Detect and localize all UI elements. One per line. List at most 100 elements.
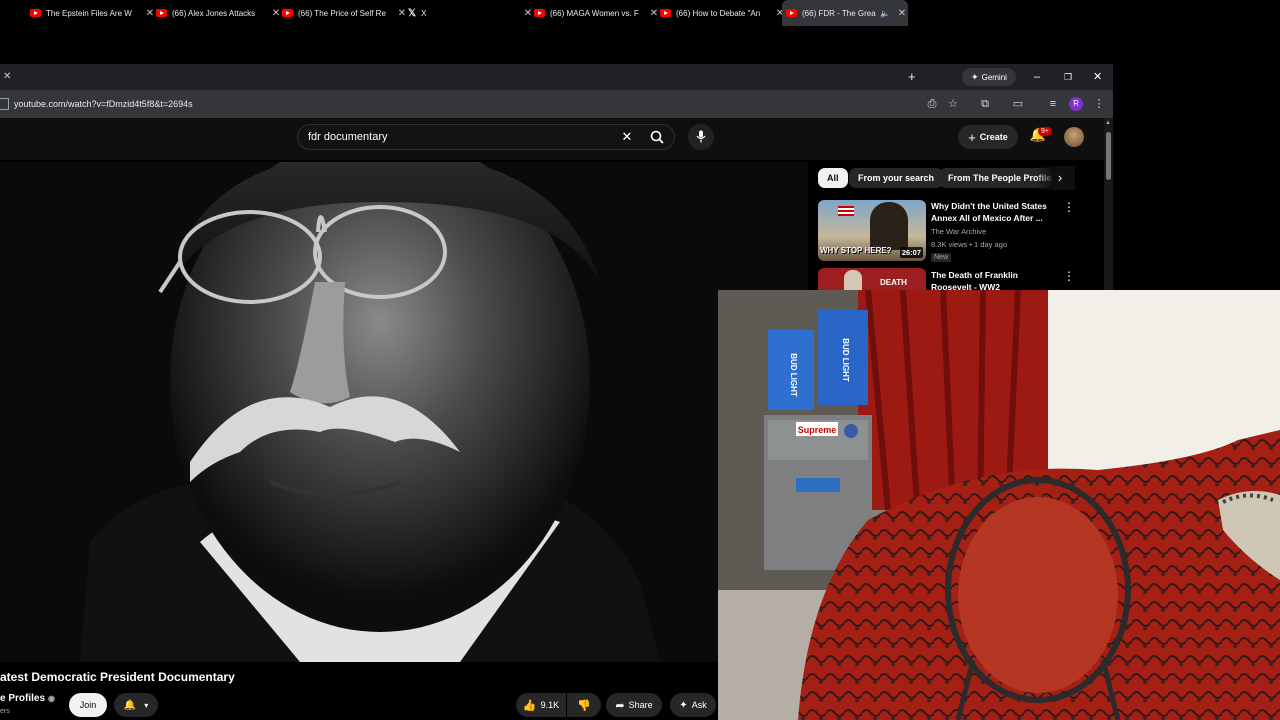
thumbnail-caption: DEATH	[880, 278, 907, 287]
flag-graphic	[838, 206, 854, 216]
tab-strip	[0, 64, 1113, 90]
tab-title: (66) The Price of Self Re	[298, 8, 386, 18]
sparkle-icon: ✦	[679, 699, 688, 711]
close-tab-icon[interactable]: ✕	[396, 8, 408, 19]
portrait-graphic	[870, 202, 908, 250]
fridge-sticker-text: Supreme	[798, 425, 837, 435]
tab-title: (66) MAGA Women vs. F	[550, 8, 639, 18]
chevron-right-icon[interactable]: ›	[1052, 168, 1068, 188]
box-label-1: BUD LIGHT	[789, 353, 798, 397]
video-title: atest Democratic President Documentary	[0, 670, 235, 684]
thumbs-up-icon: 👍	[522, 699, 537, 712]
browser-tab[interactable]: (66) MAGA Women vs. F ✕	[534, 0, 660, 26]
url-text: youtube.com/watch?v=fDmzid4t5f8&t=2694s	[14, 99, 193, 109]
new-tab-icon[interactable]: +	[908, 64, 916, 90]
youtube-icon	[660, 9, 671, 17]
recommendation-thumbnail[interactable]: DEATH	[818, 268, 926, 290]
recommendation-title[interactable]: The Death of Franklin Roosevelt - WW2 Do…	[931, 269, 1051, 290]
subscribe-notifications-button[interactable]: 🔔 ▾	[114, 693, 158, 717]
portrait-graphic	[844, 270, 862, 290]
browser-tab[interactable]: 𝕏 X ✕	[408, 0, 534, 26]
browser-tab[interactable]: (66) The Price of Self Re ✕	[282, 0, 408, 26]
close-icon[interactable]: ✕	[3, 64, 11, 90]
speaker-icon[interactable]: 🔈	[880, 9, 890, 18]
scrollbar-thumb[interactable]	[1106, 132, 1111, 180]
recommendation-title[interactable]: Why Didn't the United States Annex All o…	[931, 200, 1051, 224]
chip-from-your-search[interactable]: From your search	[849, 168, 944, 188]
share-label: Share	[628, 700, 653, 710]
video-player[interactable]	[0, 162, 808, 662]
tab-title: (66) FDR - The Grea	[802, 8, 876, 18]
close-tab-icon[interactable]: ✕	[648, 8, 660, 19]
install-app-icon[interactable]: ⎙	[925, 97, 939, 111]
like-button[interactable]: 👍 9.1K	[516, 693, 566, 717]
side-panel-icon[interactable]: ▭	[1011, 97, 1025, 111]
user-avatar[interactable]	[1064, 127, 1084, 147]
close-tab-icon[interactable]: ✕	[896, 8, 908, 19]
bell-icon: 🔔	[123, 699, 137, 711]
microphone-icon[interactable]	[688, 124, 714, 150]
browser-tab[interactable]: (66) How to Debate "An ✕	[660, 0, 786, 26]
recommendation-meta: 8.3K views • 1 day ago	[931, 240, 1008, 249]
extensions-icon[interactable]: ⧉	[978, 97, 992, 111]
like-count: 9.1K	[540, 700, 560, 710]
duration-badge: 26:07	[899, 247, 923, 258]
thumbnail-caption: WHY STOP HERE?	[820, 246, 892, 255]
browser-tab[interactable]: The Epstein Files Are W ✕	[30, 0, 156, 26]
window-close-icon[interactable]: ✕	[1093, 64, 1102, 90]
close-tab-icon[interactable]: ✕	[144, 8, 156, 19]
tab-title: (66) Alex Jones Attacks	[172, 8, 256, 18]
search-query: fdr documentary	[308, 131, 388, 143]
chip-all[interactable]: All	[818, 168, 848, 188]
profile-avatar[interactable]: R	[1069, 97, 1083, 111]
more-options-icon[interactable]: ⋮	[1063, 269, 1075, 283]
scroll-up-icon[interactable]: ▲	[1105, 120, 1111, 126]
youtube-icon	[156, 9, 167, 17]
minimize-icon[interactable]: –	[1034, 64, 1040, 90]
browser-menu-icon[interactable]: ⋮	[1092, 97, 1106, 111]
create-button[interactable]: + Create	[958, 125, 1018, 149]
close-tab-icon[interactable]: ✕	[270, 8, 282, 19]
maximize-icon[interactable]: ❐	[1064, 64, 1072, 90]
youtube-icon	[282, 9, 293, 17]
dislike-button[interactable]: 👎	[567, 693, 601, 717]
media-controls-icon[interactable]: ≡	[1046, 97, 1060, 111]
join-label: Join	[79, 700, 97, 710]
gemini-label: Gemini	[981, 72, 1007, 82]
youtube-icon	[30, 9, 41, 17]
ask-button[interactable]: ✦ Ask	[670, 693, 716, 717]
channel-name[interactable]: e Profiles	[0, 693, 45, 704]
share-button[interactable]: ➦ Share	[606, 693, 662, 717]
recommendation-thumbnail[interactable]: WHY STOP HERE? 26:07	[818, 200, 926, 261]
youtube-icon	[534, 9, 545, 17]
notification-badge: 9+	[1038, 127, 1052, 136]
thumbs-down-icon: 👎	[577, 699, 591, 712]
join-button[interactable]: Join	[69, 693, 107, 717]
bookmark-star-icon[interactable]: ☆	[946, 97, 960, 111]
youtube-icon	[786, 9, 797, 17]
recommendation-channel[interactable]: The War Archive	[931, 227, 986, 236]
browser-tab[interactable]: (66) Alex Jones Attacks ✕	[156, 0, 282, 26]
box-label-2: BUD LIGHT	[841, 338, 850, 382]
chevron-down-icon: ▾	[144, 700, 149, 710]
clear-search-icon[interactable]: ✕	[617, 124, 637, 150]
tab-title: (66) How to Debate "An	[676, 8, 761, 18]
webcam-overlay: Supreme BUD LIGHT BUD LIGHT	[718, 290, 1280, 720]
create-label: Create	[979, 132, 1008, 142]
video-frame-portrait	[0, 162, 808, 662]
close-tab-icon[interactable]: ✕	[522, 8, 534, 19]
more-options-icon[interactable]: ⋮	[1063, 200, 1075, 214]
share-arrow-icon: ➦	[615, 699, 625, 712]
x-logo-icon: 𝕏	[408, 7, 417, 19]
search-icon[interactable]	[643, 124, 671, 150]
gemini-button[interactable]: ✦ Gemini	[962, 68, 1016, 86]
verified-icon: ◉	[48, 694, 56, 703]
channel-name-row[interactable]: e Profiles ◉	[0, 693, 55, 704]
address-bar[interactable]: youtube.com/watch?v=fDmzid4t5f8&t=2694s	[0, 93, 915, 115]
plus-icon: +	[968, 129, 976, 145]
site-info-icon[interactable]	[0, 98, 9, 110]
gemini-sparkle-icon: ✦	[971, 71, 979, 82]
browser-tab-active[interactable]: (66) FDR - The Grea 🔈 ✕	[782, 0, 908, 26]
ask-label: Ask	[691, 700, 707, 710]
tab-title: X	[421, 8, 427, 18]
